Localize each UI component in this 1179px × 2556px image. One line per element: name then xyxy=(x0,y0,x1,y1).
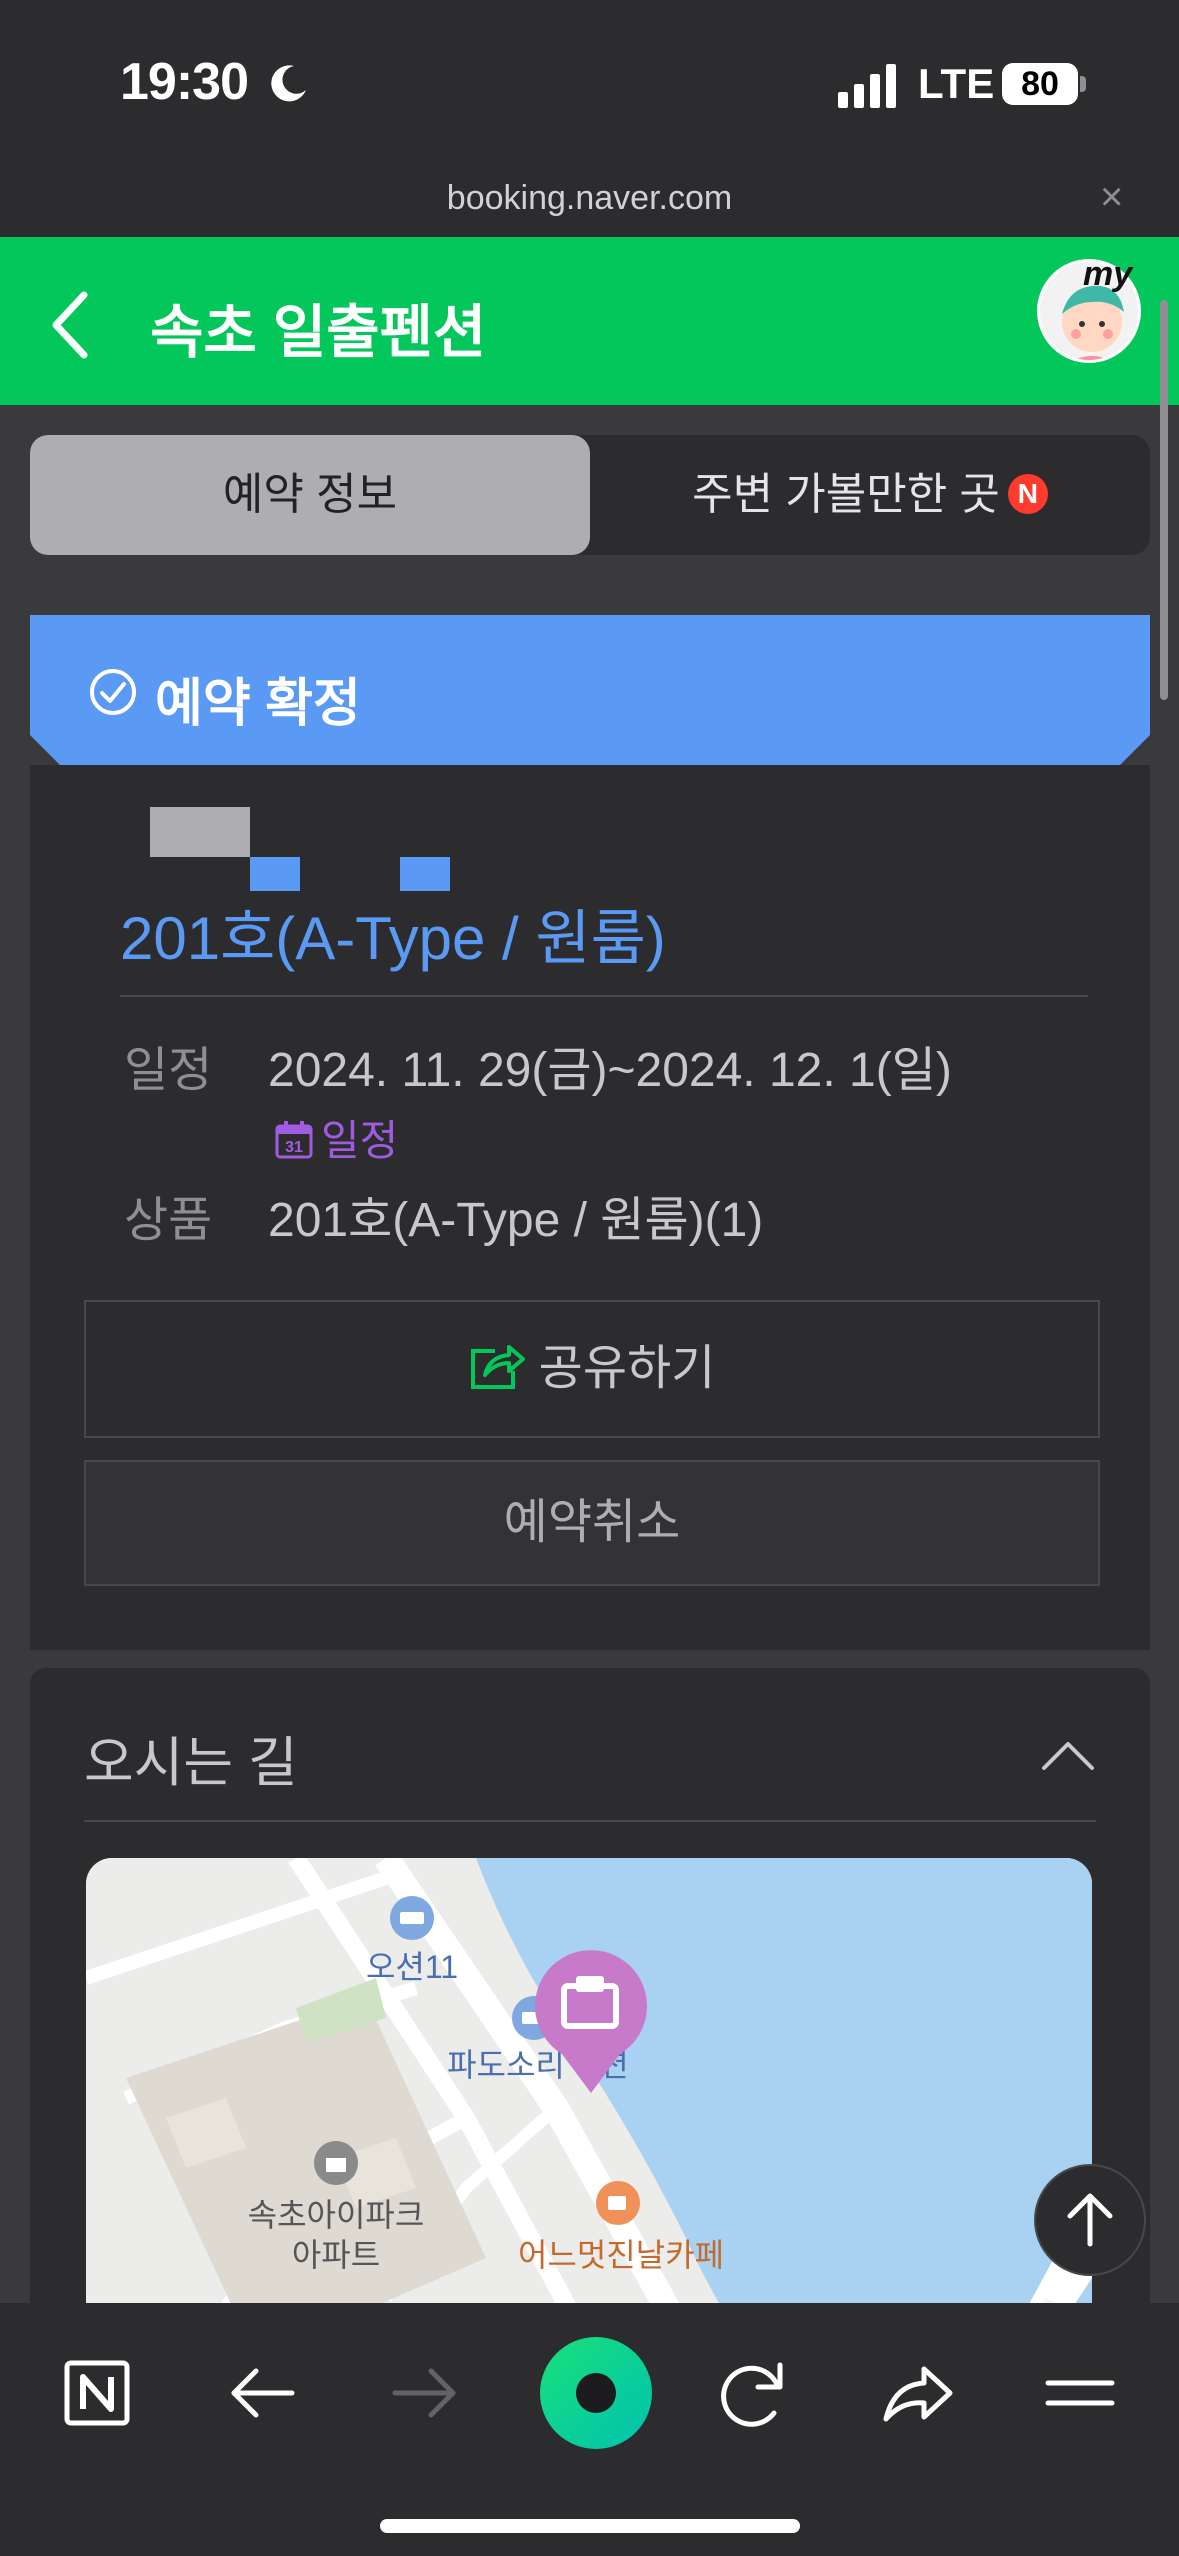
map-label-apt2: 아파트 xyxy=(292,2237,380,2273)
booking-card: 201호(A-Type / 원룸) 일정 2024. 11. 29(금)~202… xyxy=(30,765,1150,1650)
directions-title: 오시는 길 xyxy=(84,1733,298,1793)
check-circle-icon xyxy=(90,669,136,715)
share-button[interactable]: 공유하기 xyxy=(84,1300,1100,1438)
signal-icon xyxy=(838,64,896,108)
schedule-label: 일정 xyxy=(124,1044,213,1097)
schedule-value: 2024. 11. 29(금)~2024. 12. 1(일) xyxy=(268,1044,952,1097)
moon-icon xyxy=(271,65,306,102)
redacted-block xyxy=(400,857,450,891)
tab-label: 예약 정보 xyxy=(222,470,398,519)
map-label-apt1: 속초아이파크 xyxy=(248,2197,425,2233)
green-dot-icon[interactable] xyxy=(538,2335,654,2451)
map-label-poi2: 파도소리 xyxy=(447,2047,565,2083)
network-type: LTE xyxy=(918,60,995,107)
chevron-up-icon[interactable] xyxy=(1040,1738,1096,1772)
cancel-button-label: 예약취소 xyxy=(503,1496,681,1549)
battery-tip xyxy=(1080,76,1086,92)
status-bar: 19:30 LTE 80 xyxy=(0,0,1179,175)
home-indicator xyxy=(380,2519,800,2533)
scroll-top-button[interactable] xyxy=(1034,2164,1146,2276)
share-arrow-icon[interactable] xyxy=(866,2343,966,2443)
arrow-up-icon xyxy=(1067,2193,1113,2247)
page-header: 속초 일출펜션 my xyxy=(0,237,1179,405)
back-arrow-icon[interactable] xyxy=(46,285,96,365)
refresh-icon[interactable] xyxy=(702,2343,802,2443)
divider xyxy=(84,1820,1096,1822)
menu-icon[interactable] xyxy=(1030,2343,1130,2443)
divider xyxy=(120,995,1088,997)
share-icon xyxy=(470,1345,525,1390)
product-label: 상품 xyxy=(124,1194,213,1247)
url-text: booking.naver.com xyxy=(446,179,733,217)
redacted-block xyxy=(250,857,300,891)
tab-reservation-info[interactable]: 예약 정보 xyxy=(30,435,590,555)
redacted-block xyxy=(150,807,250,857)
tab-label: 주변 가볼만한 곳 xyxy=(692,470,1000,519)
share-button-label: 공유하기 xyxy=(538,1342,716,1395)
url-bar[interactable]: booking.naver.com × xyxy=(0,175,1179,237)
map-label-cafe: 어느멋진날카페 xyxy=(518,2237,724,2273)
naver-home-icon[interactable] xyxy=(47,2343,147,2443)
calendar-link[interactable]: 31 일정 xyxy=(275,1107,398,1168)
room-title[interactable]: 201호(A-Type / 원룸) xyxy=(120,890,666,977)
new-badge: N xyxy=(1007,474,1048,515)
product-value: 201호(A-Type / 원룸)(1) xyxy=(268,1194,764,1247)
page-title: 속초 일출펜션 xyxy=(150,300,487,365)
calendar-day: 31 xyxy=(285,1139,303,1156)
calendar-link-label: 일정 xyxy=(321,1117,399,1164)
back-icon[interactable] xyxy=(212,2343,312,2443)
status-label: 예약 확정 xyxy=(155,675,361,733)
status-time: 19:30 xyxy=(120,53,249,111)
status-banner: 예약 확정 xyxy=(30,615,1150,765)
map-label-poi1: 오션11 xyxy=(366,1949,458,1985)
tab-bar: 예약 정보 주변 가볼만한 곳N xyxy=(30,435,1150,555)
avatar-my-badge: my xyxy=(1083,255,1133,293)
forward-icon[interactable] xyxy=(375,2343,475,2443)
tab-nearby-places[interactable]: 주변 가볼만한 곳N xyxy=(590,435,1150,555)
calendar-icon: 31 xyxy=(275,1120,313,1159)
browser-toolbar xyxy=(0,2303,1179,2556)
battery-level: 80 xyxy=(1002,63,1078,105)
cancel-reservation-button[interactable]: 예약취소 xyxy=(84,1460,1100,1586)
close-icon[interactable]: × xyxy=(1100,175,1123,220)
scrollbar[interactable] xyxy=(1160,300,1168,700)
